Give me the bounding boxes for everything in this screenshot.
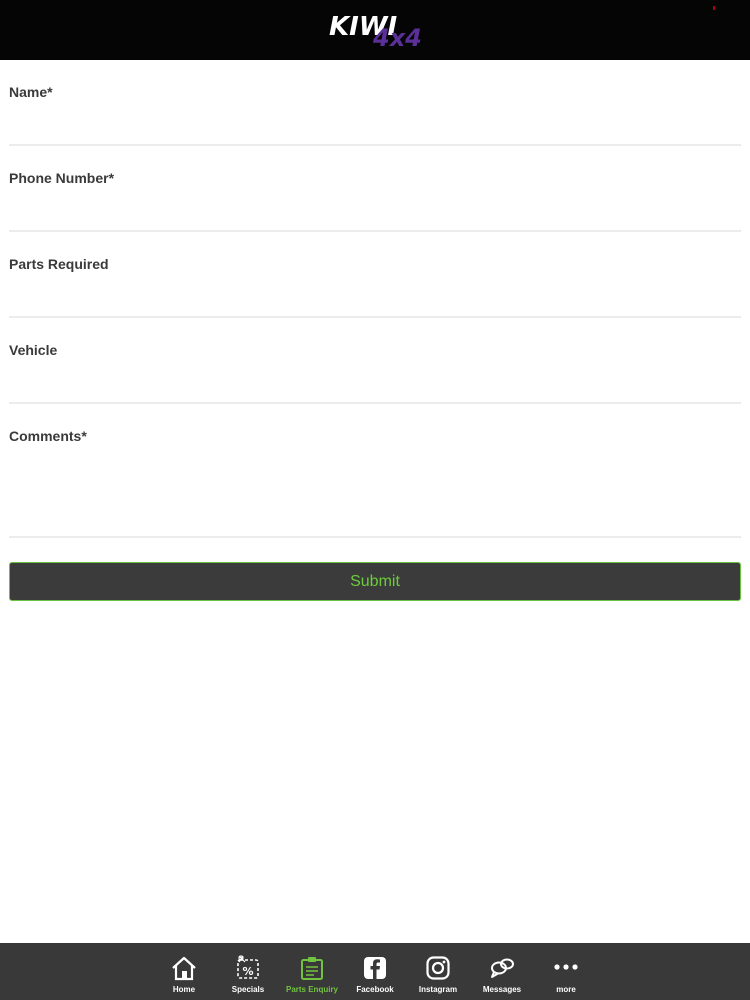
parts-required-input[interactable]: [9, 282, 741, 310]
tab-home-label: Home: [172, 985, 196, 994]
parts-enquiry-icon: [301, 957, 323, 980]
parts-required-field: Parts Required: [9, 232, 741, 318]
comments-label: Comments*: [9, 428, 87, 444]
comments-field: Comments*: [9, 404, 741, 538]
svg-text:%: %: [242, 965, 253, 978]
phone-field: Phone Number*: [9, 146, 741, 232]
name-input[interactable]: [9, 110, 741, 138]
logo-sub-text: 4x4: [373, 24, 422, 52]
tab-parts-enquiry-label: Parts Enquiry: [285, 985, 338, 994]
phone-label: Phone Number*: [9, 170, 115, 186]
tab-instagram[interactable]: Instagram: [406, 943, 470, 1000]
more-icon: [554, 964, 578, 970]
vehicle-label: Vehicle: [9, 342, 58, 358]
vehicle-field: Vehicle: [9, 318, 741, 404]
name-field: Name*: [9, 60, 741, 146]
submit-button[interactable]: Submit: [9, 562, 741, 601]
instagram-icon: [426, 956, 450, 980]
messages-icon: [491, 958, 514, 978]
status-indicator: [713, 6, 715, 10]
facebook-icon: [364, 957, 386, 979]
tab-more-label: more: [556, 985, 576, 994]
app-header: KIWI 4x4: [0, 0, 750, 60]
tab-specials[interactable]: % Specials: [216, 943, 280, 1000]
tab-instagram-label: Instagram: [418, 985, 458, 994]
tab-messages[interactable]: Messages: [470, 943, 534, 1000]
tab-specials-label: Specials: [231, 985, 265, 994]
phone-input[interactable]: [9, 196, 741, 224]
tab-parts-enquiry[interactable]: Parts Enquiry: [280, 943, 344, 1000]
tab-facebook[interactable]: Facebook: [343, 943, 407, 1000]
tab-messages-label: Messages: [482, 985, 522, 994]
parts-enquiry-form: Name* Phone Number* Parts Required Vehic…: [0, 60, 750, 538]
name-label: Name*: [9, 84, 53, 100]
tab-facebook-label: Facebook: [356, 985, 394, 994]
kiwi-4x4-logo[interactable]: KIWI 4x4: [325, 10, 425, 52]
tab-more[interactable]: more: [534, 943, 598, 1000]
parts-required-label: Parts Required: [9, 256, 109, 272]
vehicle-input[interactable]: [9, 368, 741, 396]
bottom-tab-bar: Home % Specials Parts Enquiry Facebook I…: [0, 943, 750, 1000]
tab-home[interactable]: Home: [152, 943, 216, 1000]
comments-input[interactable]: [9, 460, 741, 530]
specials-icon: %: [237, 955, 259, 979]
home-icon: [172, 956, 196, 981]
